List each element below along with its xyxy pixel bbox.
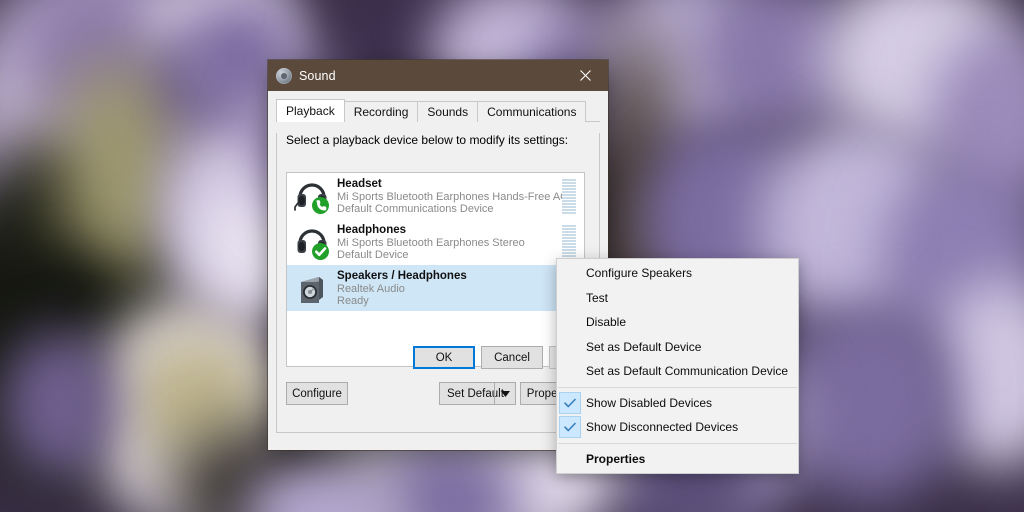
device-name: Headset	[337, 178, 562, 191]
menu-item-show-disconnected-devices[interactable]: Show Disconnected Devices	[557, 415, 798, 440]
context-menu: Configure Speakers Test Disable Set as D…	[556, 258, 799, 474]
list-item-selected[interactable]: Speakers / Headphones Realtek Audio Read…	[287, 265, 584, 311]
device-description: Mi Sports Bluetooth Earphones Hands-Free…	[337, 191, 562, 203]
menu-item-disable[interactable]: Disable	[557, 310, 798, 335]
device-description: Realtek Audio	[337, 283, 562, 295]
device-list[interactable]: Headset Mi Sports Bluetooth Earphones Ha…	[286, 172, 585, 367]
device-status: Default Communications Device	[337, 203, 562, 215]
speaker-icon	[276, 68, 292, 84]
device-status: Ready	[337, 295, 562, 307]
volume-meter	[562, 179, 576, 214]
tab-communications[interactable]: Communications	[477, 101, 586, 122]
check-icon	[559, 416, 581, 438]
configure-button[interactable]: Configure	[286, 382, 348, 405]
menu-item-set-as-default-device[interactable]: Set as Default Device	[557, 335, 798, 360]
menu-item-set-as-default-communication-device[interactable]: Set as Default Communication Device	[557, 359, 798, 384]
device-description: Mi Sports Bluetooth Earphones Stereo	[337, 237, 562, 249]
menu-separator	[558, 443, 797, 444]
device-status: Default Device	[337, 249, 562, 261]
set-default-button[interactable]: Set Default	[439, 382, 516, 405]
playback-tab-panel: Select a playback device below to modify…	[276, 133, 600, 433]
dialog-buttons: OK Cancel Apply	[277, 346, 599, 369]
device-info: Headphones Mi Sports Bluetooth Earphones…	[337, 224, 562, 261]
close-icon[interactable]	[563, 60, 608, 91]
headphones-icon	[293, 223, 331, 261]
playback-prompt: Select a playback device below to modify…	[286, 133, 599, 147]
device-action-buttons: Configure Set Default Properties	[286, 382, 590, 405]
ok-button[interactable]: OK	[413, 346, 475, 369]
list-item[interactable]: Headphones Mi Sports Bluetooth Earphones…	[287, 219, 584, 265]
tab-playback[interactable]: Playback	[276, 99, 345, 122]
headset-icon	[293, 177, 331, 215]
list-item[interactable]: Headset Mi Sports Bluetooth Earphones Ha…	[287, 173, 584, 219]
chevron-down-icon[interactable]	[494, 383, 515, 404]
device-info: Speakers / Headphones Realtek Audio Read…	[337, 270, 562, 307]
screen: Sound Playback Recording Sounds Communic…	[0, 0, 1024, 512]
menu-item-show-disabled-devices[interactable]: Show Disabled Devices	[557, 391, 798, 416]
menu-separator	[558, 387, 797, 388]
check-icon	[559, 392, 581, 414]
tab-sounds[interactable]: Sounds	[417, 101, 478, 122]
tab-strip: Playback Recording Sounds Communications	[268, 100, 608, 122]
device-info: Headset Mi Sports Bluetooth Earphones Ha…	[337, 178, 562, 215]
cancel-button[interactable]: Cancel	[481, 346, 543, 369]
device-name: Speakers / Headphones	[337, 270, 562, 283]
tab-recording[interactable]: Recording	[344, 101, 419, 122]
menu-item-label: Show Disconnected Devices	[586, 420, 738, 434]
menu-item-properties[interactable]: Properties	[557, 447, 798, 472]
device-name: Headphones	[337, 224, 562, 237]
menu-item-configure-speakers[interactable]: Configure Speakers	[557, 261, 798, 286]
menu-item-label: Show Disabled Devices	[586, 396, 712, 410]
volume-meter	[562, 225, 576, 260]
speaker-box-icon	[293, 269, 331, 307]
title-bar: Sound	[268, 60, 608, 91]
menu-item-test[interactable]: Test	[557, 286, 798, 311]
window-title: Sound	[299, 69, 336, 83]
